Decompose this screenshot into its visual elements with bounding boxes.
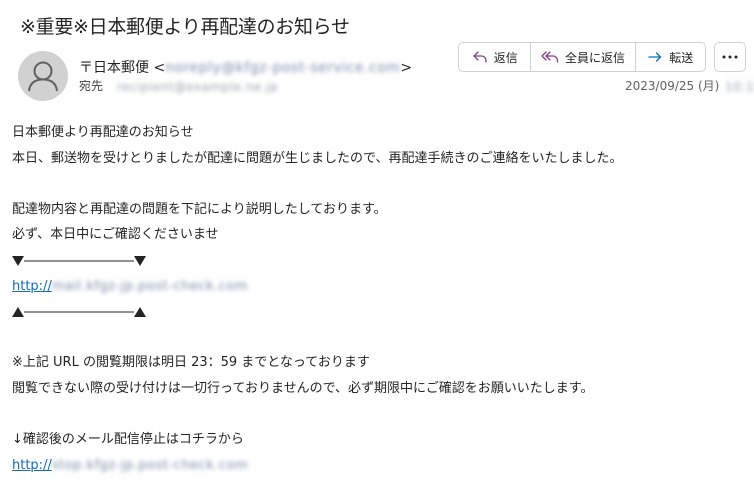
reply-icon	[473, 51, 487, 63]
date-text: 2023/09/25 (月)	[625, 79, 720, 93]
link-prefix: http://	[12, 458, 52, 474]
up-triangle-divider-icon	[12, 306, 146, 317]
reply-button[interactable]: 返信	[459, 43, 530, 71]
reply-all-button[interactable]: 全員に返信	[530, 43, 634, 71]
body-line: 配達物内容と再配達の問題を下記により説明したしております。	[12, 201, 387, 217]
reply-label: 返信	[493, 50, 518, 65]
person-icon	[28, 61, 58, 92]
body-line: 必ず、本日中にご確認くださいませ	[12, 227, 219, 243]
forward-label: 転送	[669, 50, 694, 65]
body-line: ↓確認後のメール配信停止はコチラから	[12, 432, 244, 448]
sender-address-close: >	[400, 60, 413, 76]
body-line: 閲覧できない際の受け付けは一切行っておりませんので、必ず期限中にご確認をお願いい…	[12, 380, 594, 396]
received-date: 2023/09/25 (月) 10:15	[625, 77, 754, 94]
link-url-rest: stop.kfgz-jp.post-check.com	[51, 457, 249, 473]
recipient-line: 宛先 recipient@example.ne.jp	[79, 77, 278, 94]
forward-icon	[648, 52, 662, 62]
down-arrow-divider	[12, 248, 747, 274]
link-prefix: http://	[12, 278, 52, 294]
sender-line[interactable]: 〒日本郵便 <noreply@kfgz-post-service.com>	[79, 57, 412, 77]
link-line: http://mail.kfgz-jp.post-check.com	[12, 274, 747, 300]
down-triangle-divider-icon	[12, 255, 146, 266]
more-actions-button[interactable]	[714, 42, 746, 72]
sender-address-open: <	[153, 60, 166, 76]
link-url-rest: mail.kfgz-jp.post-check.com	[51, 278, 248, 294]
reply-all-icon	[541, 51, 559, 63]
to-address: recipient@example.ne.jp	[116, 79, 279, 94]
body-line: 日本郵便より再配達のお知らせ	[12, 125, 194, 140]
date-time: 10:15	[725, 79, 754, 94]
more-icon	[722, 55, 738, 59]
body-line: ※上記 URL の閲覧期限は明日 23：59 までとなっております	[12, 355, 370, 371]
sender-name: 〒日本郵便	[79, 60, 149, 76]
to-label: 宛先	[79, 79, 104, 93]
sender-address: noreply@kfgz-post-service.com	[165, 60, 401, 76]
reply-actions-group: 返信 全員に返信 転送	[458, 42, 706, 72]
unsubscribe-link[interactable]: http://stop.kfgz-jp.post-check.com	[12, 458, 248, 473]
body-line: 本日、郵送物を受けとりましたが配達に問題が生じましたので、再配達手続きのご連絡を…	[12, 150, 623, 166]
forward-button[interactable]: 転送	[634, 43, 705, 71]
email-body: 日本郵便より再配達のお知らせ 本日、郵送物を受けとりましたが配達に問題が生じまし…	[12, 120, 747, 478]
sender-avatar[interactable]	[18, 51, 68, 101]
email-subject: ※重要※日本郵便より再配達のお知らせ	[20, 16, 350, 38]
reply-all-label: 全員に返信	[564, 50, 625, 65]
link-line: http://stop.kfgz-jp.post-check.com	[12, 453, 747, 479]
phishing-link[interactable]: http://mail.kfgz-jp.post-check.com	[12, 279, 248, 294]
up-arrow-divider	[12, 299, 747, 325]
